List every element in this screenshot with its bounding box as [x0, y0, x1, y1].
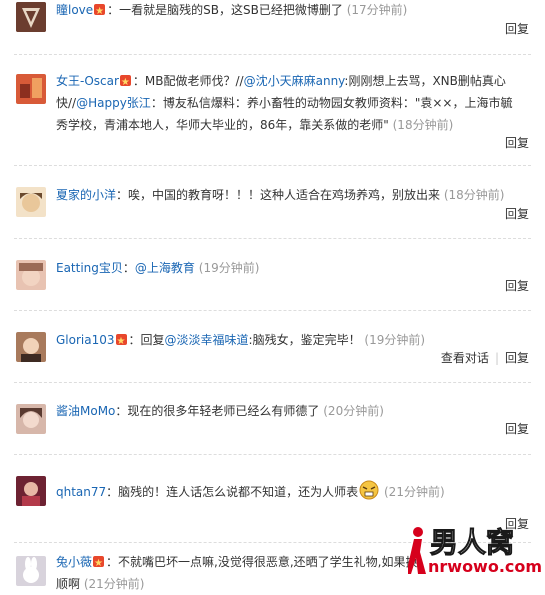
mention-link[interactable]: @淡淡幸福味道: [165, 333, 249, 347]
user-name[interactable]: Eatting宝贝: [56, 261, 123, 275]
timestamp: (20分钟前): [323, 404, 384, 418]
timestamp: (19分钟前): [364, 333, 426, 347]
timestamp: (19分钟前): [198, 261, 260, 275]
divider: [14, 382, 531, 383]
comment-text: ：MB配做老师伐？//: [132, 74, 244, 88]
avatar[interactable]: [16, 187, 46, 217]
reply-button[interactable]: 回复: [505, 136, 529, 150]
comment-text: ：: [122, 261, 135, 275]
vip-badge-icon: [94, 1, 106, 23]
mention-link[interactable]: @Happy张江: [76, 96, 151, 110]
vip-badge-icon: [93, 553, 105, 575]
user-name[interactable]: 女王-Oscar: [56, 74, 119, 88]
site-watermark-logo: 男人窝 nrwowo.com: [406, 522, 545, 582]
divider: [14, 54, 531, 55]
vip-badge-icon: [115, 331, 127, 353]
timestamp: (18分钟前): [443, 188, 505, 202]
watermark-url-text: nrwowo.com: [428, 557, 542, 576]
separator: |: [494, 351, 499, 365]
angry-face-emoji-icon: [358, 480, 380, 500]
avatar[interactable]: [16, 404, 46, 434]
avatar[interactable]: [16, 260, 46, 290]
reply-button[interactable]: 回复: [505, 22, 529, 36]
user-name[interactable]: 夏家的小洋: [56, 188, 116, 202]
user-name[interactable]: 酱油MoMo: [56, 404, 115, 418]
divider: [14, 238, 531, 239]
avatar[interactable]: [16, 74, 46, 104]
timestamp: (18分钟前): [392, 118, 454, 132]
user-name[interactable]: 兔小薇: [56, 555, 92, 569]
comment-text: ：脑残的！连人话怎么说都不知道，还为人师表: [106, 485, 359, 499]
mention-link[interactable]: @沈小天麻麻anny: [244, 74, 345, 88]
reply-button[interactable]: 回复: [505, 422, 529, 436]
avatar[interactable]: [16, 2, 46, 32]
avatar[interactable]: [16, 332, 46, 362]
comment-text: :脑残女，鉴定完毕！: [248, 333, 361, 347]
divider: [14, 165, 531, 166]
comment-text: ：唉，中国的教育呀！！！这种人适合在鸡场养鸡，别放出来: [116, 188, 441, 202]
vip-badge-icon: [119, 72, 131, 94]
reply-button[interactable]: 回复: [505, 207, 529, 221]
comment-text: ：回复: [128, 333, 165, 347]
reply-button[interactable]: 回复: [505, 279, 529, 293]
user-name[interactable]: 瞳love: [56, 3, 93, 17]
mention-link[interactable]: @上海教育: [135, 261, 195, 275]
user-name[interactable]: qhtan77: [56, 485, 106, 499]
comment-text: ：不就嘴巴坏一点嘛,没觉得很恶意,还晒了学生礼物,如果换: [106, 555, 418, 569]
comment-text: ：现在的很多年轻老师已经么有师德了: [115, 404, 320, 418]
view-conversation-button[interactable]: 查看对话: [441, 351, 489, 365]
avatar[interactable]: [16, 476, 46, 506]
user-name[interactable]: Gloria103: [56, 333, 115, 347]
timestamp: (21分钟前): [384, 485, 445, 499]
divider: [14, 310, 531, 311]
reply-button[interactable]: 回复: [505, 351, 529, 365]
timestamp: (17分钟前): [346, 3, 408, 17]
divider: [14, 454, 531, 455]
comment-text: ：一看就是脑残的SB，这SB已经把微博删了: [107, 3, 343, 17]
avatar[interactable]: [16, 556, 46, 586]
watermark-cn-text: 男人窝: [430, 526, 514, 559]
